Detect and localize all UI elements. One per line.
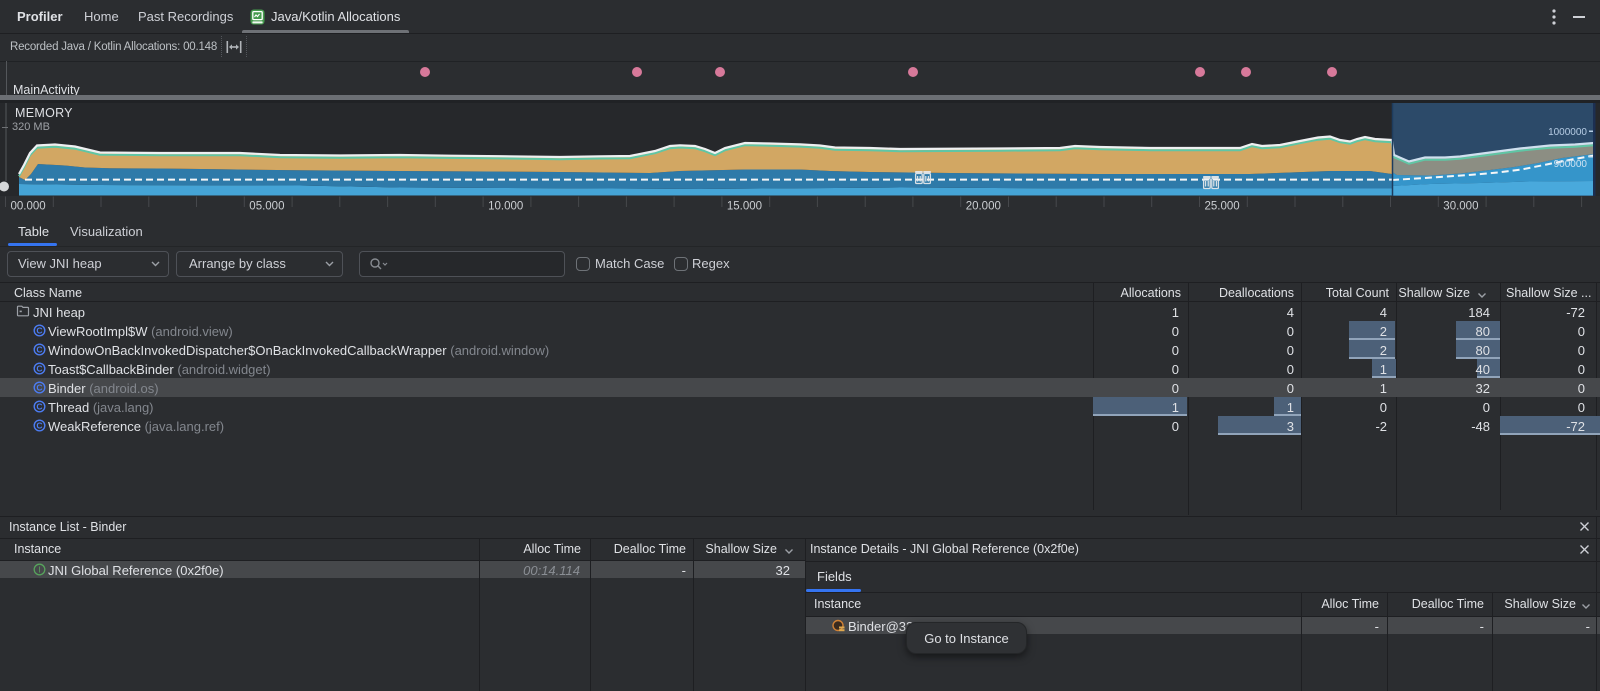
svg-text:900000: 900000 xyxy=(1554,159,1588,170)
svg-text:1000000: 1000000 xyxy=(1548,127,1587,138)
svg-text:C: C xyxy=(36,421,42,431)
svg-text:20.000: 20.000 xyxy=(966,201,1001,213)
svg-text:C: C xyxy=(36,326,42,336)
svg-text:C: C xyxy=(36,383,42,393)
svg-text:00.000: 00.000 xyxy=(11,201,46,213)
svg-text:30.000: 30.000 xyxy=(1443,201,1478,213)
svg-text:C: C xyxy=(36,345,42,355)
svg-text:05.000: 05.000 xyxy=(249,201,284,213)
svg-text:15.000: 15.000 xyxy=(727,201,762,213)
svg-text:I: I xyxy=(38,565,40,575)
svg-text:C: C xyxy=(36,364,42,374)
svg-text:25.000: 25.000 xyxy=(1205,201,1240,213)
svg-text:10.000: 10.000 xyxy=(488,201,523,213)
svg-text:C: C xyxy=(36,402,42,412)
